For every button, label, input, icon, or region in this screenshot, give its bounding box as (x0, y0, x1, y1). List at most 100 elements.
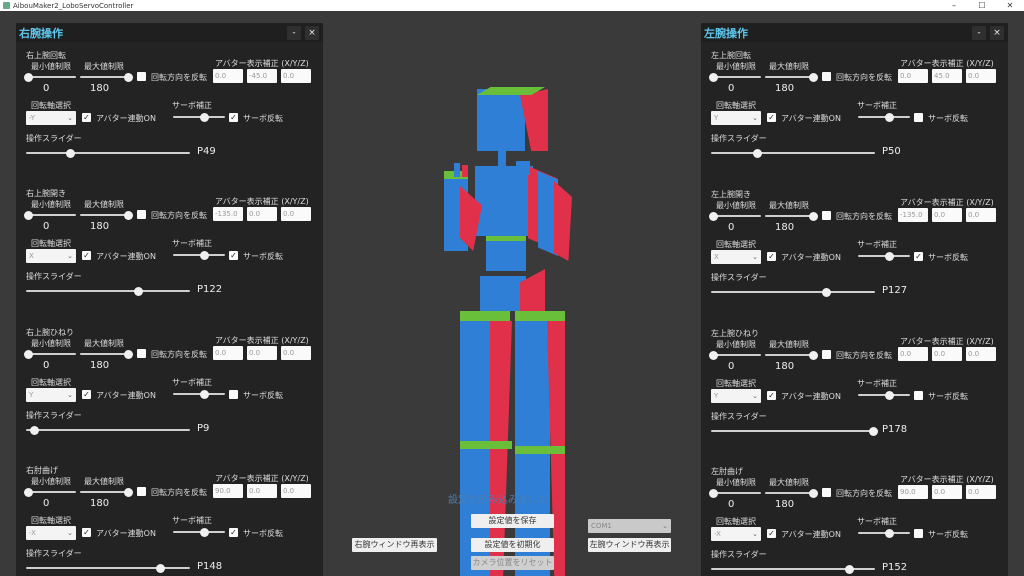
offset-x-input[interactable]: -135.0 (213, 207, 243, 221)
operation-slider[interactable] (26, 564, 190, 573)
reverse-direction-checkbox[interactable] (137, 487, 146, 496)
reverse-direction-checkbox[interactable] (137, 210, 146, 219)
left-panel-minimize-button[interactable]: - (972, 25, 986, 40)
slider-thumb[interactable] (809, 73, 818, 82)
slider-thumb[interactable] (200, 113, 210, 122)
avatar-link-checkbox[interactable]: ✓ (767, 113, 776, 122)
slider-thumb[interactable] (844, 565, 854, 574)
offset-x-input[interactable]: 0.0 (898, 347, 928, 361)
slider-thumb[interactable] (124, 211, 133, 220)
servo-reverse-checkbox[interactable]: ✓ (914, 252, 923, 261)
maximize-window-button[interactable]: ☐ (968, 1, 996, 10)
max-limit-slider[interactable] (765, 351, 818, 360)
offset-z-input[interactable]: 0.0 (966, 347, 996, 361)
max-limit-slider[interactable] (80, 73, 133, 82)
offset-y-input[interactable]: -45.0 (247, 69, 277, 83)
slider-thumb[interactable] (156, 564, 166, 573)
axis-select[interactable]: Y ⌄ (26, 388, 76, 402)
show-left-arm-window-button[interactable]: 左腕ウィンドウ再表示 (588, 538, 671, 552)
offset-x-input[interactable]: 0.0 (213, 346, 243, 360)
offset-x-input[interactable]: -135.0 (898, 208, 928, 222)
max-limit-slider[interactable] (80, 488, 133, 497)
offset-z-input[interactable]: 0.0 (966, 69, 996, 83)
reverse-direction-checkbox[interactable] (822, 350, 831, 359)
max-limit-slider[interactable] (765, 73, 818, 82)
axis-select[interactable]: X ⌄ (711, 250, 761, 264)
left-panel-close-button[interactable]: × (990, 25, 1004, 40)
slider-thumb[interactable] (709, 73, 718, 82)
reverse-direction-checkbox[interactable] (822, 488, 831, 497)
close-window-button[interactable]: ✕ (996, 1, 1024, 10)
slider-thumb[interactable] (200, 251, 210, 260)
servo-correction-slider[interactable] (858, 113, 910, 122)
min-limit-slider[interactable] (709, 351, 761, 360)
axis-select[interactable]: Y ⌄ (711, 389, 761, 403)
avatar-link-checkbox[interactable]: ✓ (767, 391, 776, 400)
max-limit-slider[interactable] (765, 489, 818, 498)
axis-select[interactable]: -X ⌄ (711, 527, 761, 541)
reset-camera-button[interactable]: カメラ位置をリセット (471, 556, 554, 570)
operation-slider[interactable] (26, 426, 190, 435)
operation-slider[interactable] (711, 427, 879, 436)
offset-z-input[interactable]: 0.0 (281, 69, 311, 83)
offset-y-input[interactable]: 0.0 (247, 484, 277, 498)
servo-reverse-checkbox[interactable]: ✓ (229, 251, 238, 260)
max-limit-slider[interactable] (80, 211, 133, 220)
operation-slider[interactable] (26, 149, 190, 158)
offset-z-input[interactable]: 0.0 (281, 484, 311, 498)
servo-correction-slider[interactable] (858, 252, 910, 261)
servo-reverse-checkbox[interactable] (914, 113, 923, 122)
axis-select[interactable]: -Y ⌄ (26, 111, 76, 125)
com-port-select[interactable]: COM1 ⌄ (588, 519, 671, 533)
slider-thumb[interactable] (24, 488, 33, 497)
min-limit-slider[interactable] (709, 489, 761, 498)
right-panel-minimize-button[interactable]: - (287, 25, 301, 40)
offset-y-input[interactable]: 0.0 (932, 208, 962, 222)
servo-correction-slider[interactable] (173, 251, 225, 260)
reset-settings-button[interactable]: 設定値を初期化 (471, 538, 554, 552)
minimize-window-button[interactable]: – (940, 1, 968, 10)
slider-thumb[interactable] (752, 149, 762, 158)
reverse-direction-checkbox[interactable] (137, 349, 146, 358)
servo-correction-slider[interactable] (173, 528, 225, 537)
min-limit-slider[interactable] (24, 488, 76, 497)
slider-thumb[interactable] (885, 391, 895, 400)
min-limit-slider[interactable] (24, 73, 76, 82)
slider-thumb[interactable] (200, 528, 210, 537)
slider-thumb[interactable] (709, 351, 718, 360)
operation-slider[interactable] (711, 149, 875, 158)
max-limit-slider[interactable] (80, 350, 133, 359)
reverse-direction-checkbox[interactable] (137, 72, 146, 81)
servo-correction-slider[interactable] (173, 390, 225, 399)
reverse-direction-checkbox[interactable] (822, 211, 831, 220)
axis-select[interactable]: Y ⌄ (711, 111, 761, 125)
offset-x-input[interactable]: 90.0 (213, 484, 243, 498)
slider-thumb[interactable] (709, 489, 718, 498)
slider-thumb[interactable] (30, 426, 40, 435)
offset-y-input[interactable]: 0.0 (247, 207, 277, 221)
servo-correction-slider[interactable] (858, 529, 910, 538)
right-arm-panel-header[interactable]: 右腕操作 - × (16, 23, 323, 42)
avatar-link-checkbox[interactable]: ✓ (82, 390, 91, 399)
offset-y-input[interactable]: 0.0 (932, 347, 962, 361)
reverse-direction-checkbox[interactable] (822, 72, 831, 81)
offset-y-input[interactable]: 45.0 (932, 69, 962, 83)
offset-x-input[interactable]: 0.0 (213, 69, 243, 83)
show-right-arm-window-button[interactable]: 右腕ウィンドウ再表示 (352, 538, 437, 552)
min-limit-slider[interactable] (24, 211, 76, 220)
max-limit-slider[interactable] (765, 212, 818, 221)
slider-thumb[interactable] (709, 212, 718, 221)
offset-x-input[interactable]: 0.0 (898, 69, 928, 83)
slider-thumb[interactable] (124, 350, 133, 359)
avatar-link-checkbox[interactable]: ✓ (767, 529, 776, 538)
left-arm-panel-header[interactable]: 左腕操作 - × (701, 23, 1008, 42)
avatar-link-checkbox[interactable]: ✓ (82, 251, 91, 260)
slider-thumb[interactable] (133, 287, 143, 296)
offset-z-input[interactable]: 0.0 (966, 485, 996, 499)
offset-z-input[interactable]: 0.0 (281, 207, 311, 221)
operation-slider[interactable] (711, 565, 875, 574)
slider-thumb[interactable] (809, 212, 818, 221)
slider-thumb[interactable] (885, 113, 895, 122)
slider-thumb[interactable] (200, 390, 210, 399)
avatar-link-checkbox[interactable]: ✓ (82, 528, 91, 537)
